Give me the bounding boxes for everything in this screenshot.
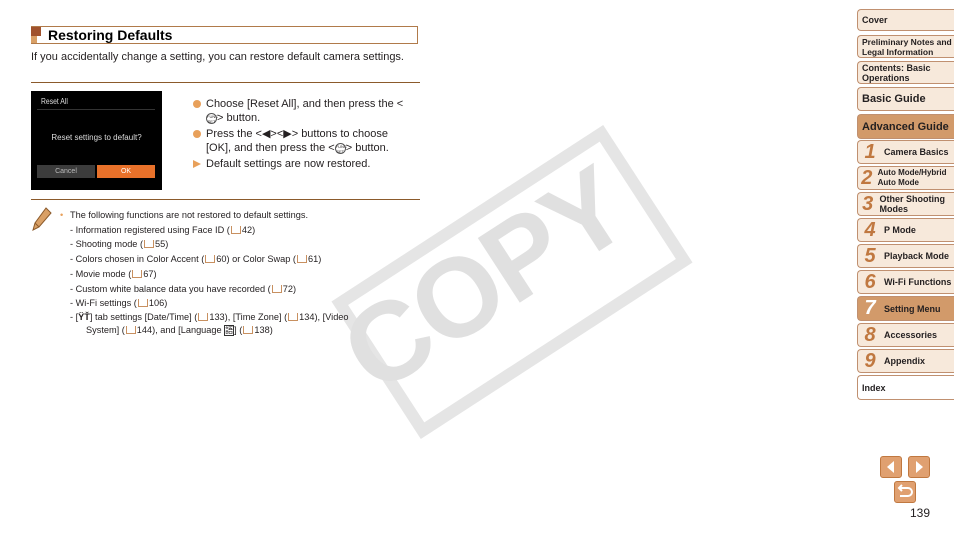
page-link[interactable]: 60 [216,254,226,264]
next-page-button[interactable] [908,456,930,478]
pencil-note-icon [32,207,52,231]
note-item: - Wi-Fi settings (106) [70,298,168,309]
step-item: Press the <◀><▶> buttons to choose [OK],… [193,127,413,155]
section-title: Restoring Defaults [48,27,173,43]
prev-page-button[interactable] [880,456,902,478]
screen-question: Reset settings to default? [51,133,142,142]
book-icon [205,255,216,264]
steps-list: Choose [Reset All], and then press the <… [193,97,413,173]
bullet-icon [193,130,201,138]
func-set-button-icon: FUNC SET [206,113,219,124]
nav-chapter-2[interactable]: 2 Auto Mode/Hybrid Auto Mode [857,166,954,190]
screen-ok-option: OK [97,165,155,178]
nav-chapter-8[interactable]: 8 Accessories [857,323,954,347]
nav-preliminary-notes[interactable]: Preliminary Notes and Legal Information [857,35,954,58]
nav-chapter-7[interactable]: 7 Setting Menu [857,296,954,321]
book-icon [271,284,282,293]
func-set-button-icon: FUNC SET [334,143,347,154]
divider [31,82,420,83]
screen-divider [37,109,155,110]
back-button[interactable] [894,481,916,503]
book-icon [137,299,148,308]
camera-screen-image: Reset All Reset settings to default? Can… [31,91,162,190]
nav-advanced-guide[interactable]: Advanced Guide [857,114,954,139]
screen-header: Reset All [41,97,68,106]
page-link[interactable]: 42 [242,225,252,235]
page-link[interactable]: 138 [254,325,269,335]
setup-tab-icon: ŸŤ [78,311,90,322]
page-link[interactable]: 61 [308,254,318,264]
nav-chapter-4[interactable]: 4P Mode [857,218,954,242]
arrow-right-icon [916,461,923,473]
note-item: - Information registered using Face ID (… [70,224,256,235]
nav-chapter-1[interactable]: 1 Camera Basics [857,140,954,164]
page-link[interactable]: 144 [137,325,152,335]
book-icon [198,312,209,321]
book-icon [125,325,136,334]
nav-chapter-3[interactable]: 3 Other Shooting Modes [857,192,954,216]
page-link[interactable]: 67 [143,269,153,279]
divider [31,199,420,200]
language-icon: 語 [224,324,235,336]
book-icon [132,269,143,278]
note-item: - [ŸŤ] tab settings [Date/Time] (133), [… [70,311,349,336]
nav-basic-guide[interactable]: Basic Guide [857,87,954,111]
return-icon [897,484,913,497]
nav-contents-basic-operations[interactable]: Contents: Basic Operations [857,61,954,84]
page-number: 139 [910,506,931,520]
note-item: - Shooting mode (55) [70,239,169,250]
page-link[interactable]: 72 [283,284,293,294]
nav-index[interactable]: Index [857,375,954,400]
arrow-left-icon [887,461,894,473]
intro-text: If you accidentally change a setting, yo… [31,51,404,63]
note-block: • The following functions are not restore… [60,208,410,337]
book-icon [230,225,241,234]
book-icon [288,312,299,321]
page-link[interactable]: 106 [149,298,164,308]
note-item: - Colors chosen in Color Accent (60) or … [70,254,322,265]
note-item: - Custom white balance data you have rec… [70,283,296,294]
nav-cover[interactable]: Cover [857,9,954,31]
book-icon [296,255,307,264]
nav-chapter-6[interactable]: 6 Wi-Fi Functions [857,270,954,294]
nav-chapter-9[interactable]: 9 Appendix [857,349,954,373]
book-icon [243,325,254,334]
note-item: - Movie mode (67) [70,268,157,279]
page-link[interactable]: 133 [209,312,224,322]
step-item: Choose [Reset All], and then press the <… [193,97,413,125]
page-link[interactable]: 134 [299,312,314,322]
nav-chapter-5[interactable]: 5 Playback Mode [857,244,954,268]
bullet-icon [193,100,201,108]
bullet-icon: • [60,210,64,220]
result-arrow-icon [193,160,201,168]
page-link[interactable]: 55 [155,239,165,249]
step-result: Default settings are now restored. [193,157,413,171]
book-icon [144,240,155,249]
screen-cancel-option: Cancel [37,165,95,178]
note-lead: The following functions are not restored… [70,210,308,220]
